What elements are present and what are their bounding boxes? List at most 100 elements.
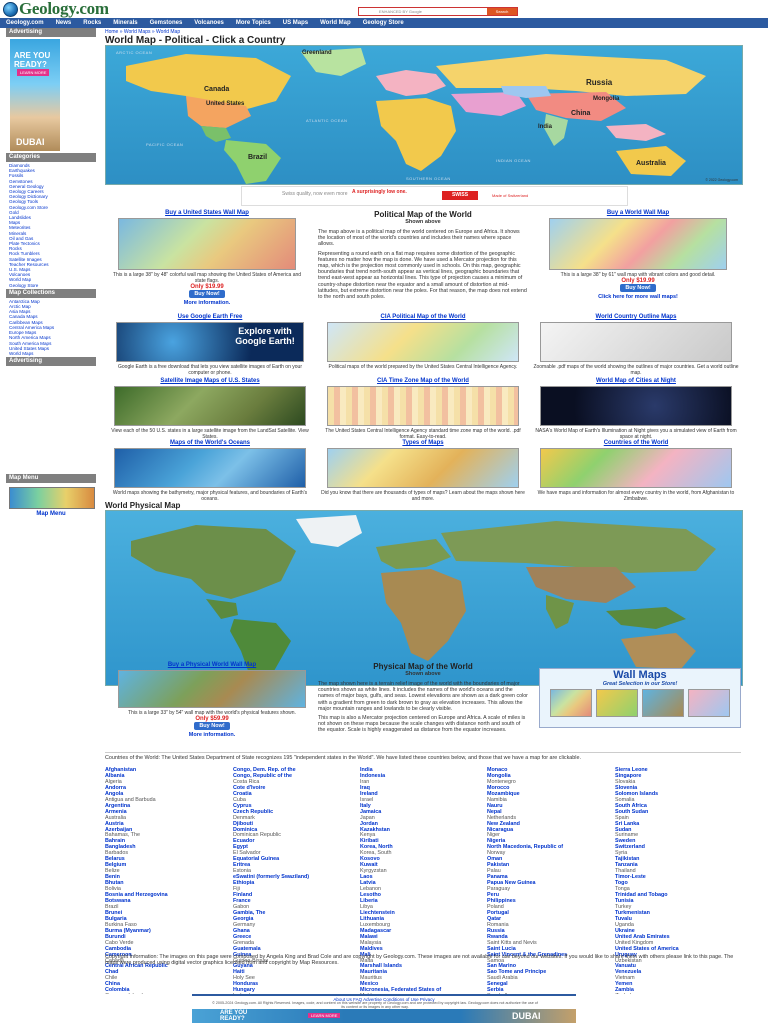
map-label-canada[interactable]: Canada	[204, 86, 229, 93]
grid-cell-thumbnail[interactable]	[540, 322, 732, 362]
buy-us-map-section: Buy a United States Wall Map This is a l…	[107, 210, 307, 306]
grid-cell-thumbnail[interactable]	[327, 322, 519, 362]
swiss-ad-strip[interactable]: Swiss quality, now even more A surprisin…	[241, 186, 628, 206]
map-label-mongolia[interactable]: Mongolia	[593, 96, 619, 102]
nav-item[interactable]: More Topics	[230, 20, 277, 26]
grid-cell: Types of Maps Did you know that there are…	[320, 440, 526, 502]
physical-title: Physical Map of the World	[373, 662, 473, 671]
wall-maps-ad-sub: Great Selection in our Store!	[602, 681, 678, 687]
nav-item[interactable]: Minerals	[107, 20, 143, 26]
sidebar-link[interactable]: Geology Store	[9, 283, 93, 288]
buy-physical-map-section: Buy a Physical World Wall Map This is a …	[107, 662, 317, 738]
buy-world-map-title[interactable]: Buy a World Wall Map	[538, 210, 738, 216]
buy-us-map-more[interactable]: More information.	[107, 300, 307, 306]
buy-world-map-more[interactable]: Click here for more wall maps!	[538, 294, 738, 300]
grid-cell: World Map of Cities at Night NASA's World…	[533, 378, 739, 440]
map-ocean-atlantic: ATLANTIC OCEAN	[306, 118, 348, 123]
wall-maps-store-ad[interactable]: Wall Maps Great Selection in our Store!	[539, 668, 741, 728]
physical-wall-map-thumbnail[interactable]	[118, 670, 306, 708]
map-menu-thumbnail[interactable]	[9, 487, 95, 510]
ad-learn-more-button[interactable]: LEARN MORE	[17, 69, 50, 76]
nav-item[interactable]: Gemstones	[144, 20, 189, 26]
categories-list: Diamonds Earthquakes Fossils Gemstones Gener…	[6, 162, 96, 289]
map-label-china[interactable]: China	[571, 110, 590, 117]
nav-item[interactable]: US Maps	[277, 20, 314, 26]
buy-phys-button[interactable]: Buy Now!	[194, 722, 230, 730]
grid-cell-title[interactable]: Use Google Earth Free	[107, 314, 313, 320]
map-label-brazil[interactable]: Brazil	[248, 154, 267, 161]
search-button[interactable]: Search	[487, 8, 517, 15]
physical-world-map[interactable]	[105, 510, 743, 686]
grid-cell-title[interactable]: Countries of the World	[533, 440, 739, 446]
grid-cell-desc: We have maps and information for almost …	[537, 490, 735, 502]
grid-cell: Satellite Image Maps of U.S. States View …	[107, 378, 313, 440]
map-label-australia[interactable]: Australia	[636, 160, 666, 167]
site-footer: About Us FAQ Advertise Conditions of Use…	[0, 994, 768, 1024]
grid-cell: Maps of the World's Oceans World maps sho…	[107, 440, 313, 502]
political-world-map[interactable]: Greenland Canada United States Russia Mo…	[105, 45, 743, 185]
map-label-russia[interactable]: Russia	[586, 78, 612, 87]
grid-cell-desc: View each of the 50 U.S. states in a lar…	[111, 428, 309, 440]
world-wall-map-thumbnail[interactable]	[549, 218, 727, 270]
logo-text: Geology.com	[19, 0, 109, 18]
footer-ad-banner[interactable]: ARE YOU READY? LEARN MORE DUBAI	[192, 1009, 576, 1023]
map-credit: © 2022 Geology.com	[705, 178, 738, 182]
top-nav: Geology.com News Rocks Minerals Gemstones Vol…	[0, 18, 768, 28]
ad-strip-text1: Swiss quality, now even more	[282, 191, 348, 197]
political-title: Political Map of the World	[374, 210, 472, 219]
ad-strip-brand: SWISS	[442, 191, 478, 200]
grid-cell-thumbnail[interactable]: Explore with Google Earth!	[116, 322, 304, 362]
physical-p1: The map shown here is a terrain relief i…	[318, 681, 528, 712]
map-collections-list: Antarctica Map Arctic Map Asia Maps Canada …	[6, 298, 96, 357]
grid-cell-thumbnail[interactable]	[540, 448, 732, 488]
footer-ad-brand: DUBAI	[512, 1011, 541, 1021]
buy-phys-title[interactable]: Buy a Physical World Wall Map	[107, 662, 317, 668]
sidebar-ad-banner[interactable]: ARE YOU READY? LEARN MORE DUBAI	[10, 39, 60, 151]
nav-item[interactable]: News	[50, 20, 78, 26]
grid-cell-title[interactable]: Types of Maps	[320, 440, 526, 446]
grid-cell-thumbnail[interactable]	[327, 448, 519, 488]
site-logo[interactable]: Geology.com	[3, 0, 109, 18]
buy-us-map-title[interactable]: Buy a United States Wall Map	[107, 210, 307, 216]
ad-strip-text3: Made of Switzerland	[492, 193, 529, 198]
grid-cell-thumbnail[interactable]	[114, 448, 306, 488]
ad-strip-text2: A surprisingly low one.	[352, 189, 407, 195]
search-box[interactable]: ENHANCED BY Google Search	[358, 7, 518, 16]
buy-us-map-button[interactable]: Buy Now!	[189, 290, 225, 298]
wall-map-ad-thumb-2	[596, 689, 638, 717]
map-ocean-arctic: ARCTIC OCEAN	[116, 50, 153, 55]
grid-cell-title[interactable]: CIA Time Zone Map of the World	[320, 378, 526, 384]
map-label-united-states[interactable]: United States	[206, 101, 244, 107]
grid-cell-thumbnail[interactable]	[114, 386, 306, 426]
us-wall-map-thumbnail[interactable]	[118, 218, 296, 270]
map-ocean-pacific: PACIFIC OCEAN	[146, 142, 184, 147]
grid-cell-title[interactable]: CIA Political Map of the World	[320, 314, 526, 320]
grid-cell-title[interactable]: Maps of the World's Oceans	[107, 440, 313, 446]
wall-map-ad-thumb-4	[688, 689, 730, 717]
nav-item[interactable]: Rocks	[77, 20, 107, 26]
footer-ad-line2: READY?	[220, 1016, 245, 1022]
grid-cell: CIA Political Map of the World Political …	[320, 314, 526, 370]
search-input[interactable]: ENHANCED BY Google	[359, 8, 487, 15]
map-label-greenland[interactable]: Greenland	[302, 50, 332, 56]
sidebar-link[interactable]: World Maps	[9, 351, 93, 356]
map-label-india[interactable]: India	[538, 124, 552, 130]
main-content: Home » World Maps » World Map World Map …	[105, 28, 743, 999]
footer-ad-button[interactable]: LEARN MORE	[308, 1013, 341, 1018]
grid-cell-title[interactable]: World Country Outline Maps	[533, 314, 739, 320]
nav-item[interactable]: Geology Store	[357, 20, 410, 26]
grid-cell: Use Google Earth Free Explore with Google…	[107, 314, 313, 376]
political-map-text: Political Map of the World Shown above T…	[318, 210, 528, 300]
nav-item[interactable]: World Map	[314, 20, 357, 26]
map-menu-link[interactable]: Map Menu	[6, 511, 96, 517]
nav-item[interactable]: Geology.com	[0, 20, 50, 26]
political-p2: Representing a round earth on a flat map…	[318, 250, 527, 301]
grid-cell-title[interactable]: World Map of Cities at Night	[533, 378, 739, 384]
physical-map-land	[131, 515, 716, 679]
buy-world-map-button[interactable]: Buy Now!	[620, 284, 656, 292]
grid-cell-thumbnail[interactable]	[540, 386, 732, 426]
nav-item[interactable]: Volcanoes	[188, 20, 230, 26]
grid-cell-thumbnail[interactable]	[327, 386, 519, 426]
buy-phys-more[interactable]: More information.	[107, 732, 317, 738]
grid-cell-title[interactable]: Satellite Image Maps of U.S. States	[107, 378, 313, 384]
